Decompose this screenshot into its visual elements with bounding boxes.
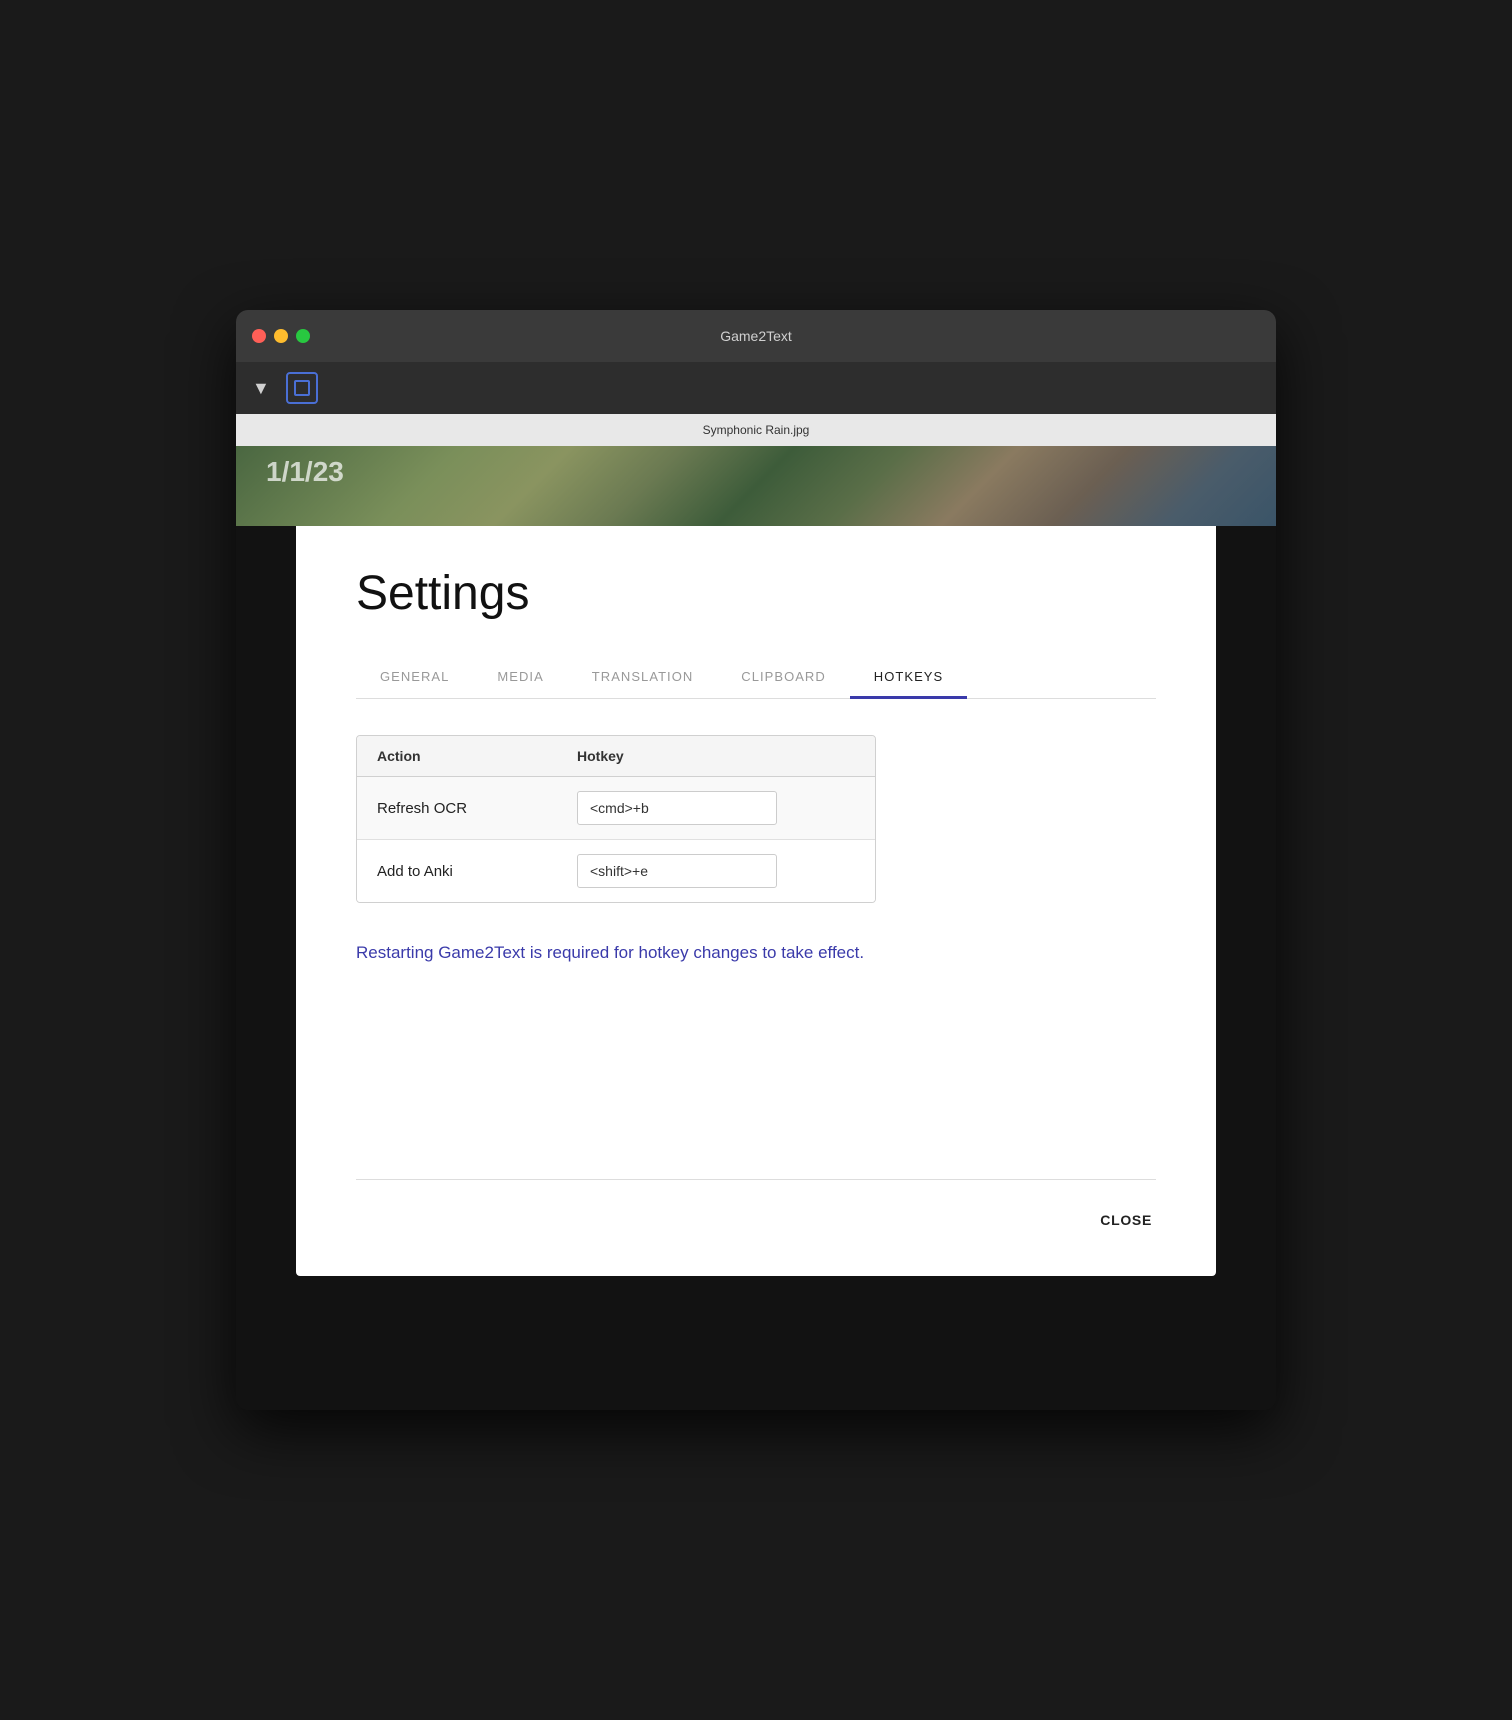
close-window-button[interactable] [252,329,266,343]
hotkey-cell-refresh-ocr [577,791,777,825]
tab-general[interactable]: GENERAL [356,657,473,699]
app-window: Game2Text ▼ Symphonic Rain.jpg 1/1/23 Se… [236,310,1276,1410]
window-title: Game2Text [720,328,792,344]
tab-media[interactable]: MEDIA [473,657,567,699]
preview-bar: Symphonic Rain.jpg [236,414,1276,446]
tab-clipboard[interactable]: CLIPBOARD [717,657,850,699]
dialog-title: Settings [356,566,1156,621]
settings-tabs: GENERAL MEDIA TRANSLATION CLIPBOARD HOTK… [356,657,1156,699]
restart-notice: Restarting Game2Text is required for hot… [356,943,1156,963]
preview-image: 1/1/23 [236,446,1276,526]
action-cell-add-to-anki: Add to Anki [377,863,577,880]
image-overlay-text: 1/1/23 [266,456,344,488]
table-row: Refresh OCR [357,777,875,840]
table-header: Action Hotkey [357,736,875,777]
maximize-window-button[interactable] [296,329,310,343]
settings-dialog: Settings GENERAL MEDIA TRANSLATION CLIPB… [296,516,1216,1276]
dialog-footer: CLOSE [356,1179,1156,1236]
hotkeys-table: Action Hotkey Refresh OCR Add to Anki [356,735,876,903]
action-cell-refresh-ocr: Refresh OCR [377,800,577,817]
toolbar: ▼ [236,362,1276,414]
hotkey-column-header: Hotkey [577,748,624,764]
chevron-down-icon: ▼ [252,378,270,399]
table-row: Add to Anki [357,840,875,902]
close-button[interactable]: CLOSE [1096,1204,1156,1236]
preview-filename: Symphonic Rain.jpg [703,423,810,437]
tab-translation[interactable]: TRANSLATION [568,657,718,699]
minimize-window-button[interactable] [274,329,288,343]
traffic-lights [252,329,310,343]
dialog-overlay: Settings GENERAL MEDIA TRANSLATION CLIPB… [236,526,1276,1410]
hotkey-cell-add-to-anki [577,854,777,888]
chevron-down-button[interactable]: ▼ [252,378,270,399]
action-column-header: Action [377,748,577,764]
capture-button[interactable] [286,372,318,404]
hotkey-input-add-to-anki[interactable] [577,854,777,888]
titlebar: Game2Text [236,310,1276,362]
tab-hotkeys[interactable]: HOTKEYS [850,657,967,699]
hotkey-input-refresh-ocr[interactable] [577,791,777,825]
